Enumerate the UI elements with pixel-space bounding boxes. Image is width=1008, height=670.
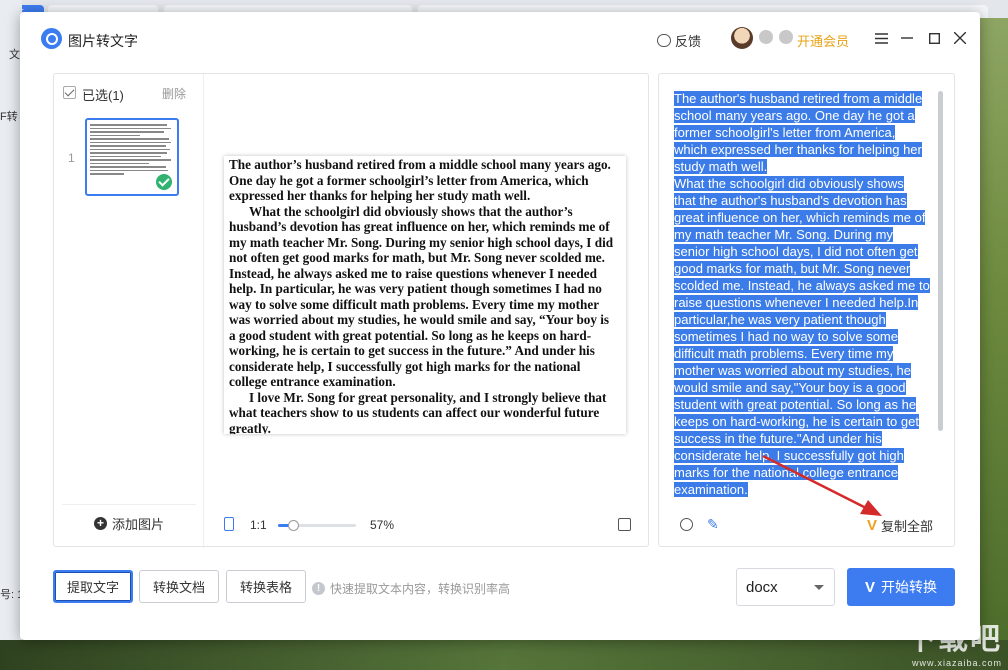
recognized-text-line: particular,he was very patient though [674,312,886,327]
recognized-text-line: senior high school days, I did not often… [674,244,918,259]
vip-v-icon: V [867,517,878,534]
open-vip-link[interactable]: 开通会员 [797,31,849,50]
text-panel-toolbar: ✎ V 复制全部 [659,506,956,546]
recognized-text-line: that the author's husband's devotion has [674,193,907,208]
select-all-checkbox[interactable] [63,86,76,99]
recognized-text-line: study math well. [674,159,768,174]
recognized-text-line: difficult math problems. Every time my [674,346,894,361]
background-text: F转 [0,111,18,123]
extract-text-button[interactable]: 提取文字 [53,570,133,603]
recognized-text-line: would smile and say,"Your boy is a good [674,380,906,395]
level-badge-icon [779,30,793,44]
zoom-toolbar: 1:1 57% [204,508,648,544]
recognized-text-line: good marks for math, but Mr. Song never [674,261,911,276]
image-to-text-dialog: 图片转文字 反馈 开通会员 已选(1) 删除 1 + 添加图片 The auth… [20,12,980,640]
scan-icon[interactable] [680,518,693,531]
recognized-text-line: The author's husband retired from a midd… [674,91,923,106]
start-convert-label: 开始转换 [881,579,937,595]
background-desktop [980,18,1008,670]
copy-all-button[interactable]: V 复制全部 [867,516,933,535]
selected-count-label: 已选(1) [82,88,124,103]
recognized-text-line: student with great potential. So long as… [674,397,917,412]
thumbnail-list: 已选(1) 删除 1 + 添加图片 [54,74,204,548]
app-logo-icon [41,28,62,49]
minimize-icon[interactable] [897,28,917,48]
background-app-sidebar [0,0,22,670]
vip-v-icon: V [864,578,875,596]
recognized-text-line: raise questions whenever I needed help.I… [674,295,919,310]
add-image-label: 添加图片 [111,517,164,532]
document-image-preview: The author’s husband retired from a midd… [224,156,626,434]
recognized-text-line: success in the future."And under his [674,431,882,446]
delete-button[interactable]: 删除 [162,85,186,102]
start-convert-button[interactable]: V 开始转换 [847,568,955,606]
text-scrollbar[interactable] [938,91,943,431]
recognized-text-line: sometimes I had no way to solve some [674,329,898,344]
recognized-text-panel: The author's husband retired from a midd… [658,73,955,547]
recognized-text-line: school many years ago. One day he got a [674,108,915,123]
copy-all-label: 复制全部 [881,519,934,534]
recognized-text-line: which expressed her thanks for helping h… [674,142,922,157]
zoom-slider-handle[interactable] [287,520,299,531]
add-image-button[interactable]: + 添加图片 [62,504,196,542]
recognized-text-line: former schoolgirl's letter from America, [674,125,896,140]
maximize-icon[interactable] [924,28,944,48]
menu-icon[interactable] [871,28,891,48]
output-format-select[interactable]: docx [736,568,835,606]
rotate-icon[interactable] [618,518,631,531]
recognized-text-line: considerate help, I successfully got hig… [674,448,904,463]
title-bar: 图片转文字 反馈 开通会员 [20,12,980,64]
convert-document-button[interactable]: 转换文档 [139,570,219,603]
convert-table-button[interactable]: 转换表格 [226,570,306,603]
recognized-text-line: great influence on her, which reminds me… [674,210,926,225]
preview-paragraph: The author’s husband retired from a midd… [229,157,611,203]
plus-icon: + [93,517,107,530]
info-icon: ! [312,582,325,595]
recognized-text-line: my math teacher Mr. Song. During my [674,227,893,242]
recognized-text-area[interactable]: The author's husband retired from a midd… [674,90,934,498]
chat-bubble-icon [657,34,671,47]
window-title: 图片转文字 [68,33,138,49]
feedback-label: 反馈 [675,34,702,49]
recognized-text-line: keeps on hard-working, he is certain to … [674,414,919,429]
image-preview-panel: 已选(1) 删除 1 + 添加图片 The author’s husband r… [53,73,649,548]
thumbnail-page-number: 1 [68,151,75,165]
actual-size-button[interactable]: 1:1 [250,518,267,532]
fit-page-icon[interactable] [224,517,234,531]
crown-badge-icon [759,30,773,44]
user-avatar[interactable] [731,27,753,49]
recognized-text-line: scolded me. Instead, he always asked me … [674,278,930,293]
recognized-text-line: What the schoolgirl did obviously shows [674,176,904,191]
hint-label: 快速提取文本内容，转换识别率高 [330,582,511,596]
feedback-button[interactable]: 反馈 [657,31,701,50]
preview-paragraph: What the schoolgirl did obviously shows … [229,203,614,390]
background-text: 文 [9,49,20,61]
checkmark-icon [156,174,172,190]
hint-text: ! 快速提取文本内容，转换识别率高 [312,580,510,597]
preview-paragraph: I love Mr. Song for great personality, a… [229,389,607,435]
recognized-text-line: mother was worried about my studies, he [674,363,911,378]
zoom-slider[interactable] [278,520,356,531]
close-icon[interactable] [950,28,970,48]
background-desktop-bottom [0,640,1008,670]
zoom-value: 57% [370,518,395,532]
edit-icon[interactable]: ✎ [707,516,719,533]
recognized-text-line: examination. [674,482,748,497]
recognized-text-line: marks for the national college entrance [674,465,899,480]
